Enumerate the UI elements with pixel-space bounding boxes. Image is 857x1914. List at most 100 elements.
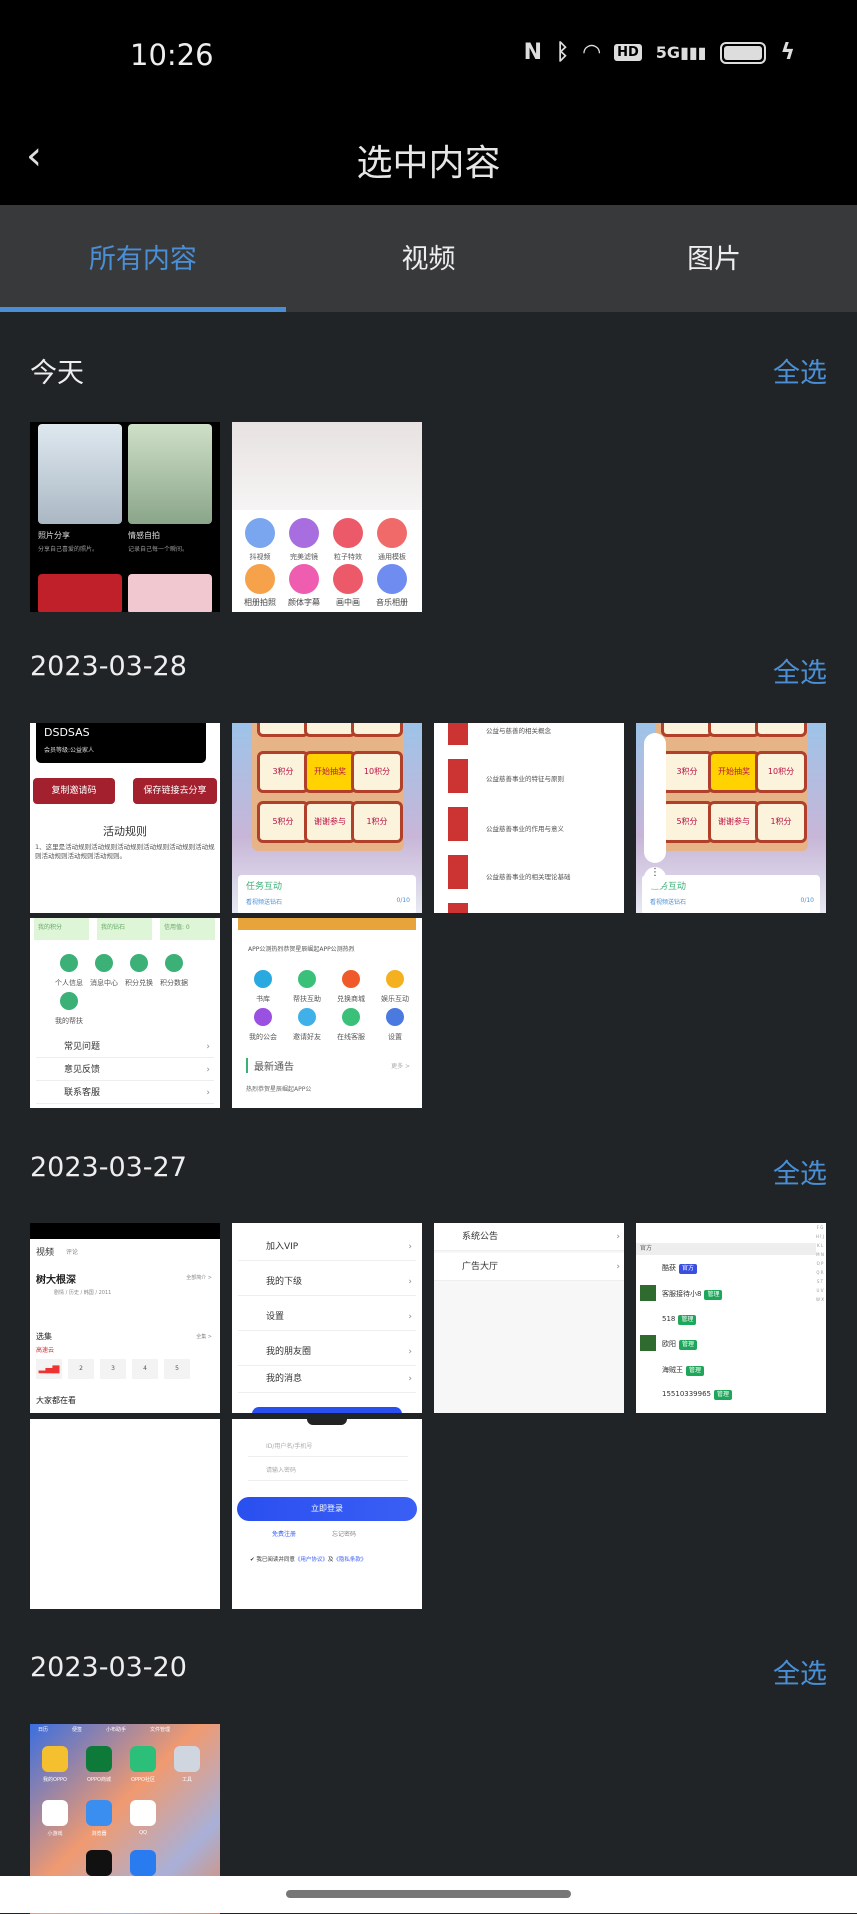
app-label: 我的OPPO	[43, 1777, 67, 1783]
section-date: 今天	[30, 358, 84, 389]
task-progress: 0/10	[800, 897, 814, 904]
prize-cell: 5积分	[661, 801, 713, 843]
rules-title: 活动规则	[103, 825, 147, 838]
thumbnail[interactable]: 照片分享 分享自己喜爱的照片。 情感自拍 记录自己每一个瞬间。	[30, 422, 220, 612]
prize-cell: 1积分	[351, 801, 403, 843]
stat: 信用值: 0	[160, 918, 215, 940]
thumbnail[interactable]: 我的积分 我的钻石 信用值: 0 个人信息 消息中心 积分兑换 积分数据 我的帮…	[30, 918, 220, 1108]
thumbnail[interactable]: 3积分 开始抽奖 10积分 5积分 谢谢参与 1积分 任务互动 看视频送钻石 0…	[232, 723, 422, 913]
menu-row: 系统公告 ›	[434, 1223, 624, 1251]
contact: 518 管理	[662, 1315, 697, 1325]
episode: 2	[68, 1359, 94, 1379]
card-title: 照片分享	[38, 531, 70, 540]
news-item: 热烈恭贺星辰崛起APP公	[246, 1086, 312, 1093]
alphabet-index: F G H I J K L M N O P Q R S T U V W X	[816, 1225, 824, 1302]
thumbnail[interactable]: 系统公告 › 广告大厅 ›	[434, 1223, 624, 1413]
icon-label: 画中画	[336, 598, 360, 607]
card-title: 情感自拍	[128, 531, 160, 540]
task-title: 任务互动	[246, 882, 283, 892]
avatar	[640, 1335, 656, 1351]
thumbnail[interactable]: DSDSAS 会员等级:公益家人 复制邀请码 保存链接去分享 活动规则 1、这里…	[30, 723, 220, 913]
contact: 海贼王 管理	[662, 1365, 705, 1376]
icon-label: 抖视频	[249, 553, 271, 561]
volume-slider	[644, 733, 666, 863]
rules-text: 1、这里是活动规则活动规则活动规则活动规则活动规则活动规则活动规则活动规则活动规…	[35, 843, 215, 860]
5g-signal-icon: 5G▮▮▮	[655, 43, 707, 62]
tab-all-content[interactable]: 所有内容	[0, 205, 286, 312]
thumbnail[interactable]: 抖视频 完美滤镜 粒子特效 通用模板 相册拍照 颜体字幕 画中画 音乐相册	[232, 422, 422, 612]
thumbnail[interactable]: 视频 评论 树大根深 全部简介 > 剧情 / 历史 / 韩国 / 2011 选集…	[30, 1223, 220, 1413]
task-progress: 0/10	[396, 897, 410, 904]
episodes-title: 选集	[36, 1332, 52, 1341]
prize-cell: 10积分	[755, 751, 807, 793]
episode: 4	[132, 1359, 158, 1379]
home-indicator[interactable]	[286, 1890, 571, 1898]
thumbnail[interactable]: APP公测热烈恭贺星辰崛起APP公测热烈 书库 帮扶互助 兑换商城 娱乐互动 我…	[232, 918, 422, 1108]
app-label: QQ	[139, 1830, 147, 1836]
thumbnail[interactable]: 公益与慈善的相关概念 公益慈善事业的特征与原则 公益慈善事业的作用与意义 公益慈…	[434, 723, 624, 913]
task-item: 看视频送钻石	[246, 899, 283, 906]
section-date: 2023-03-20	[30, 1652, 187, 1683]
article-title: 公益慈善事业的特征与原则	[486, 775, 564, 783]
intro-link: 全部简介 >	[186, 1275, 212, 1281]
thumbnail[interactable]: ID/用户名/手机号 请输入密码 立即登录 免费注册 忘记密码 ✔ 我已阅读并同…	[232, 1419, 422, 1609]
forgot-link: 忘记密码	[332, 1531, 357, 1538]
select-all-button[interactable]: 全选	[773, 1152, 827, 1191]
section-date: 2023-03-27	[30, 1152, 187, 1183]
group-header: 官方	[636, 1243, 816, 1255]
username-field: ID/用户名/手机号	[248, 1441, 408, 1457]
nfc-icon: N	[523, 40, 542, 65]
icon-label: 积分数据	[160, 979, 188, 987]
thumbnail[interactable]	[30, 1419, 220, 1609]
app-label: 小游戏	[47, 1831, 63, 1837]
header: ‹ 选中内容	[0, 110, 857, 205]
menu-row: 加入VIP ›	[238, 1233, 416, 1261]
contact: 欧阳 管理	[662, 1339, 698, 1350]
start-draw-cell: 开始抽奖	[304, 751, 356, 793]
thumbnail[interactable]: 3积分 开始抽奖 10积分 5积分 谢谢参与 1积分 任务互动 看视频送钻石 0…	[636, 723, 826, 913]
contact: 15510339965 管理	[662, 1390, 733, 1400]
tab-bar: 所有内容 视频 图片	[0, 205, 857, 312]
thumbnail[interactable]: 官方 酷获 官方 客服接待小8 管理 518 管理 欧阳 管理 海贼王 管理 155103…	[636, 1223, 826, 1413]
tab-images[interactable]: 图片	[571, 205, 857, 312]
contact: 客服接待小8 管理	[662, 1289, 723, 1300]
menu-row: 广告大厅 ›	[434, 1253, 624, 1281]
article-title: 公益慈善事业的相关理论基础	[486, 873, 571, 881]
tab: 评论	[66, 1249, 79, 1256]
task-item: 看视频送钻石	[650, 899, 687, 906]
icon-label: 设置	[388, 1033, 402, 1041]
select-all-button[interactable]: 全选	[773, 351, 827, 390]
episode: 5	[164, 1359, 190, 1379]
bluetooth-icon: ᛒ	[556, 40, 570, 65]
article-title: 公益与慈善的相关概念	[486, 727, 551, 735]
more-link: 更多 >	[391, 1063, 410, 1070]
icon-label: 娱乐互动	[381, 995, 409, 1003]
news-title: 最新通告	[246, 1058, 294, 1073]
user-name: DSDSAS	[44, 726, 90, 739]
watching-title: 大家都在看	[36, 1396, 76, 1405]
notice-text: APP公测热烈恭贺星辰崛起APP公测热烈	[248, 946, 355, 953]
select-all-button[interactable]: 全选	[773, 651, 827, 690]
tab-videos[interactable]: 视频	[286, 205, 572, 312]
video-title: 树大根深	[36, 1275, 76, 1286]
app-label: OPPO商城	[87, 1777, 111, 1783]
widget-tabs: 日历 便签 小布助手 文件管理	[38, 1727, 171, 1733]
icon-label: 我的公会	[249, 1033, 277, 1041]
page-title: 选中内容	[356, 143, 501, 184]
prize-cell: 3积分	[257, 751, 309, 793]
stat: 我的钻石	[97, 918, 152, 940]
battery-icon	[720, 41, 767, 64]
thumbnail[interactable]: 加入VIP › 我的下级 › 设置 › 我的朋友圈 › 我的消息 ›	[232, 1223, 422, 1413]
navigation-bar	[0, 1876, 857, 1913]
select-all-button[interactable]: 全选	[773, 1652, 827, 1691]
signal-bars-icon: ▂▄▆	[36, 1359, 62, 1379]
password-field: 请输入密码	[248, 1465, 408, 1481]
card-subtitle: 记录自己每一个瞬间。	[128, 546, 189, 553]
save-link-button: 保存链接去分享	[133, 778, 217, 804]
menu-row: 联系客服 ›	[36, 1082, 214, 1104]
article-title: 公益慈善事业的作用与意义	[486, 825, 564, 833]
video-meta: 剧情 / 历史 / 韩国 / 2011	[54, 1290, 112, 1296]
start-draw-cell: 开始抽奖	[708, 751, 760, 793]
icon-label: 通用模板	[378, 553, 406, 561]
hd-icon: HD	[614, 44, 642, 61]
